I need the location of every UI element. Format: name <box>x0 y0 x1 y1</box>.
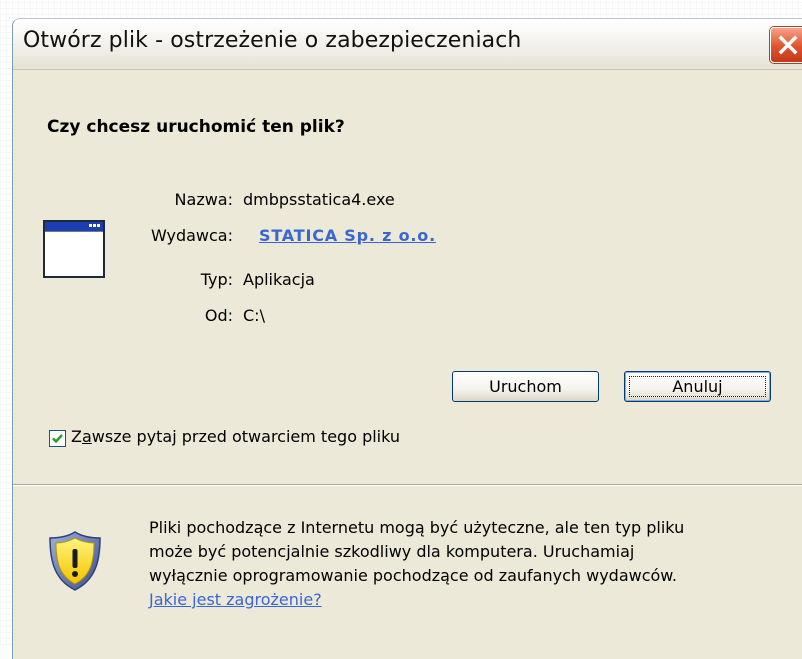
always-ask-label[interactable]: Zawsze pytaj przed otwarciem tego pliku <box>71 427 400 446</box>
security-warning-dialog: Otwórz plik - ostrzeżenie o zabezpieczen… <box>12 18 802 659</box>
always-ask-label-accesskey: a <box>81 427 92 446</box>
file-info-panel: Czy chcesz uruchomić ten plik? Nazwa: dm… <box>13 70 802 484</box>
close-button[interactable] <box>770 27 802 63</box>
from-value: C:\ <box>243 306 265 325</box>
publisher-link[interactable]: STATICA Sp. z o.o. <box>259 226 436 245</box>
warning-line-3: wyłącznie oprogramowanie pochodzące od z… <box>149 566 677 585</box>
run-button-label: Uruchom <box>489 377 562 396</box>
info-row-type: Typ: Aplikacja <box>13 270 613 292</box>
close-icon <box>778 35 798 55</box>
warning-line-1: Pliki pochodzące z Internetu mogą być uż… <box>149 518 685 537</box>
name-label: Nazwa: <box>174 190 233 209</box>
window-title: Otwórz plik - ostrzeżenie o zabezpieczen… <box>23 28 522 53</box>
info-row-from: Od: C:\ <box>13 306 613 328</box>
warning-text: Pliki pochodzące z Internetu mogą być uż… <box>149 516 799 612</box>
file-name-value: dmbpsstatica4.exe <box>243 190 395 209</box>
question-heading: Czy chcesz uruchomić ten plik? <box>47 117 345 137</box>
cancel-button-label: Anuluj <box>672 377 723 396</box>
checkmark-icon <box>52 434 63 444</box>
info-row-publisher: Wydawca: STATICA Sp. z o.o. <box>13 226 613 248</box>
always-ask-checkbox[interactable] <box>49 430 66 447</box>
type-label: Typ: <box>200 270 233 289</box>
run-button[interactable]: Uruchom <box>452 371 599 402</box>
warning-line-2: może być potencjalnie szkodliwy dla komp… <box>149 542 635 561</box>
security-shield-warning-icon <box>49 531 101 591</box>
always-ask-label-rest: wsze pytaj przed otwarciem tego pliku <box>91 427 401 446</box>
type-value: Aplikacja <box>243 270 315 289</box>
cancel-button[interactable]: Anuluj <box>624 371 771 402</box>
title-bar[interactable]: Otwórz plik - ostrzeżenie o zabezpieczen… <box>13 19 802 70</box>
always-ask-label-prefix: Z <box>71 427 82 446</box>
info-row-name: Nazwa: dmbpsstatica4.exe <box>13 190 613 212</box>
publisher-label: Wydawca: <box>150 226 233 245</box>
risk-info-link[interactable]: Jakie jest zagrożenie? <box>149 588 799 612</box>
warning-panel: Pliki pochodzące z Internetu mogą być uż… <box>13 486 802 659</box>
from-label: Od: <box>204 306 233 325</box>
